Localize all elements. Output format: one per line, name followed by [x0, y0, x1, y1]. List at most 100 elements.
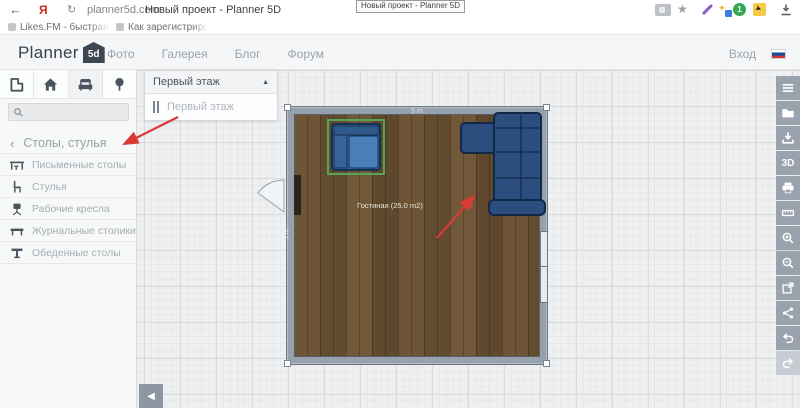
nav-gallery[interactable]: Галерея: [162, 47, 208, 61]
corner-handle[interactable]: [284, 360, 291, 367]
floor-item-label: Первый этаж: [167, 101, 234, 113]
list-item-label: Рабочие кресла: [32, 203, 110, 215]
floor-selector-header[interactable]: Первый этаж ▲: [145, 71, 277, 94]
measure-button[interactable]: [776, 201, 800, 225]
browser-chrome: ← Я ↻ planner5d.com Новый проект - Plann…: [0, 0, 800, 34]
nav-forum[interactable]: Форум: [288, 47, 324, 61]
adblock-badge-icon[interactable]: 1: [733, 3, 746, 16]
zoom-out-button[interactable]: [776, 251, 800, 275]
browser-toolbar: ← Я ↻ planner5d.com Новый проект - Plann…: [0, 0, 800, 20]
back-chevron-icon[interactable]: ‹: [10, 136, 14, 151]
floor-dropdown-item[interactable]: Первый этаж: [145, 94, 277, 120]
house-icon: [42, 76, 59, 93]
category-list: Письменные столы Стулья Рабочие кресла: [0, 153, 136, 264]
room[interactable]: [287, 107, 547, 364]
search-icon: [13, 107, 24, 118]
wall-object[interactable]: [294, 175, 301, 215]
logo-text: Planner: [18, 43, 79, 63]
projects-button[interactable]: [776, 101, 800, 125]
3d-view-button[interactable]: 3D: [776, 151, 800, 175]
login-link[interactable]: Вход: [729, 47, 756, 61]
screen: ← Я ↻ planner5d.com Новый проект - Plann…: [0, 0, 800, 408]
zoom-in-button[interactable]: [776, 226, 800, 250]
tab-furniture[interactable]: [69, 70, 103, 98]
tab-rooms[interactable]: [34, 70, 68, 98]
pen-extension-icon[interactable]: [702, 4, 713, 15]
list-item-label: Письменные столы: [32, 159, 126, 171]
logo-house-badge: 5d: [83, 42, 105, 63]
main-nav: Фото Галерея Блог Форум: [107, 47, 324, 61]
category-header[interactable]: ‹ Столы, стулья: [0, 133, 136, 153]
share-icon: [781, 306, 795, 320]
printer-icon: [781, 181, 795, 195]
drag-grip-icon[interactable]: [153, 101, 159, 113]
save-button[interactable]: [776, 126, 800, 150]
corner-handle[interactable]: [284, 104, 291, 111]
undo-button[interactable]: [776, 326, 800, 350]
tab-tooltip: Новый проект - Planner 5D: [356, 0, 465, 13]
blue-badge: [725, 10, 732, 17]
dimension-top: 5 m: [397, 108, 437, 115]
cursor-extension-icon[interactable]: [753, 3, 766, 16]
caret-up-icon: ▲: [262, 79, 269, 86]
menu-button[interactable]: [776, 76, 800, 100]
ru-flag-icon[interactable]: [771, 49, 786, 59]
tab-floorplan[interactable]: [0, 70, 34, 98]
ruler-icon: [781, 206, 795, 220]
list-item-office-chairs[interactable]: Рабочие кресла: [0, 198, 136, 220]
downloads-icon[interactable]: [779, 3, 793, 17]
app-header: Planner 5d Фото Галерея Блог Форум Вход: [0, 34, 800, 70]
planner5d-logo[interactable]: Planner 5d: [18, 42, 105, 63]
corner-handle[interactable]: [543, 360, 550, 367]
page-title: Новый проект - Planner 5D: [145, 4, 281, 16]
menu-icon: [781, 81, 795, 95]
refresh-icon[interactable]: ↻: [67, 3, 76, 16]
nav-blog[interactable]: Блог: [235, 47, 261, 61]
desk-icon: [9, 157, 25, 173]
folder-icon: [781, 106, 795, 120]
sparkle-extension-icon[interactable]: ✦: [718, 3, 732, 17]
bookmark-item[interactable]: Как зарегистрирова: [116, 22, 208, 33]
sidebar-collapse-button[interactable]: ◀: [139, 384, 163, 408]
bookmarks-bar: Likes.FM - быстрая, С Как зарегистрирова: [0, 20, 800, 34]
plan-canvas[interactable]: 5 m 5 m 5 m Гостиная (25.0 m2) Первый эт…: [0, 70, 800, 408]
office-chair-icon: [9, 201, 25, 217]
share-button[interactable]: [776, 301, 800, 325]
room-floor[interactable]: [294, 114, 540, 357]
header-right: Вход: [729, 47, 786, 61]
door[interactable]: [258, 180, 284, 212]
list-item-coffee-tables[interactable]: Журнальные столики: [0, 220, 136, 242]
room-name-label: Гостиная (25.0 m2): [330, 201, 450, 210]
undo-icon: [781, 331, 795, 345]
zoom-in-icon: [781, 231, 795, 245]
floor-current-label: Первый этаж: [153, 76, 220, 88]
corner-handle[interactable]: [543, 104, 550, 111]
print-button[interactable]: [776, 176, 800, 200]
tab-outdoor[interactable]: [103, 70, 136, 98]
back-icon[interactable]: ←: [9, 2, 22, 17]
window[interactable]: [540, 231, 548, 303]
yandex-icon[interactable]: Я: [39, 3, 48, 17]
favicon: [8, 23, 16, 31]
list-item-label: Обеденные столы: [32, 247, 121, 259]
camera-icon[interactable]: [655, 4, 671, 16]
nav-photo[interactable]: Фото: [107, 47, 135, 61]
list-item-desks[interactable]: Письменные столы: [0, 153, 136, 176]
fullscreen-button[interactable]: [776, 276, 800, 300]
coffee-table-icon: [9, 223, 25, 239]
tree-icon: [111, 76, 128, 93]
dimension-bottom: 5 m: [397, 365, 437, 372]
list-item-dining-tables[interactable]: Обеденные столы: [0, 242, 136, 264]
zoom-out-icon: [781, 256, 795, 270]
catalog-tabs: [0, 70, 136, 99]
search-input[interactable]: [8, 103, 129, 121]
list-item-chairs[interactable]: Стулья: [0, 176, 136, 198]
floor-selector: Первый этаж ▲ Первый этаж: [144, 70, 278, 121]
open-external-icon: [781, 281, 795, 295]
redo-button[interactable]: [776, 351, 800, 375]
sofa-icon: [77, 76, 94, 93]
list-item-label: Стулья: [32, 181, 67, 193]
chair-icon: [9, 179, 25, 195]
bookmark-item[interactable]: Likes.FM - быстрая, С: [8, 22, 110, 33]
bookmark-star-icon[interactable]: ★: [677, 2, 688, 16]
